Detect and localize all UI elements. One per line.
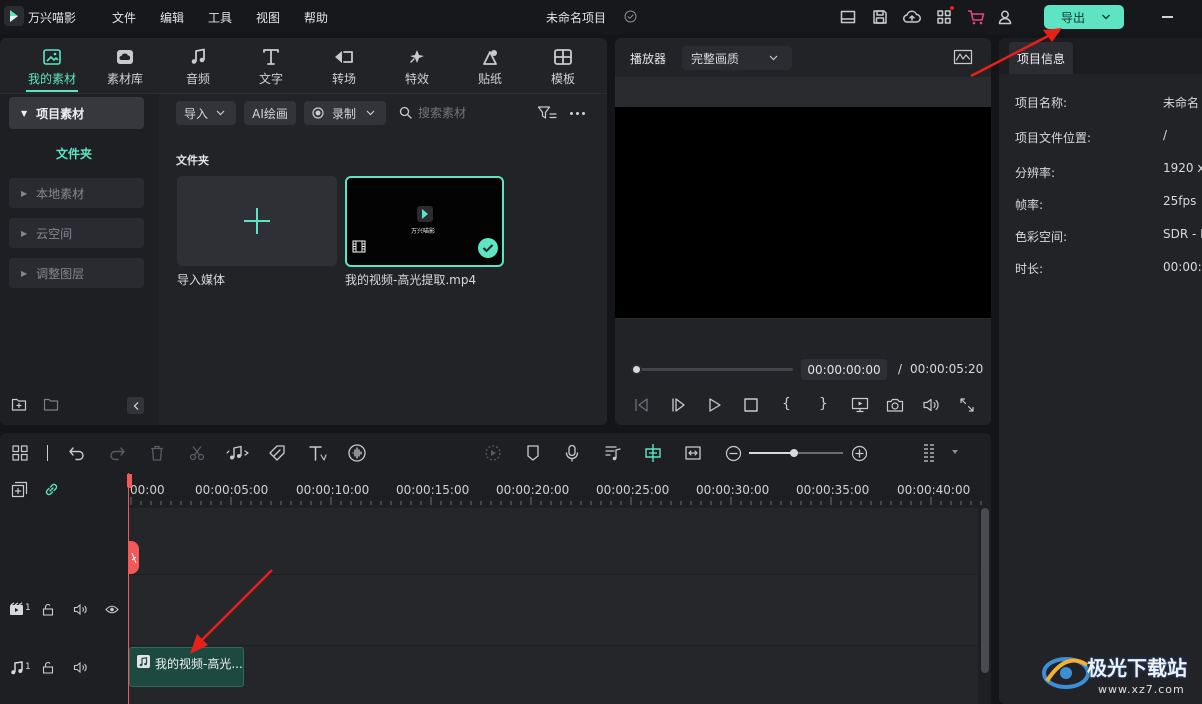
watermark-url: www.xz7.com (1098, 683, 1185, 696)
annotation-arrow-clip (199, 569, 273, 643)
watermark-title: 极光下载站 (1087, 656, 1187, 680)
annotation-arrowhead-export (1043, 28, 1062, 42)
annotation-arrows (190, 28, 1062, 654)
annotation-arrow-export (970, 32, 1053, 78)
watermark-logo (1041, 651, 1091, 691)
